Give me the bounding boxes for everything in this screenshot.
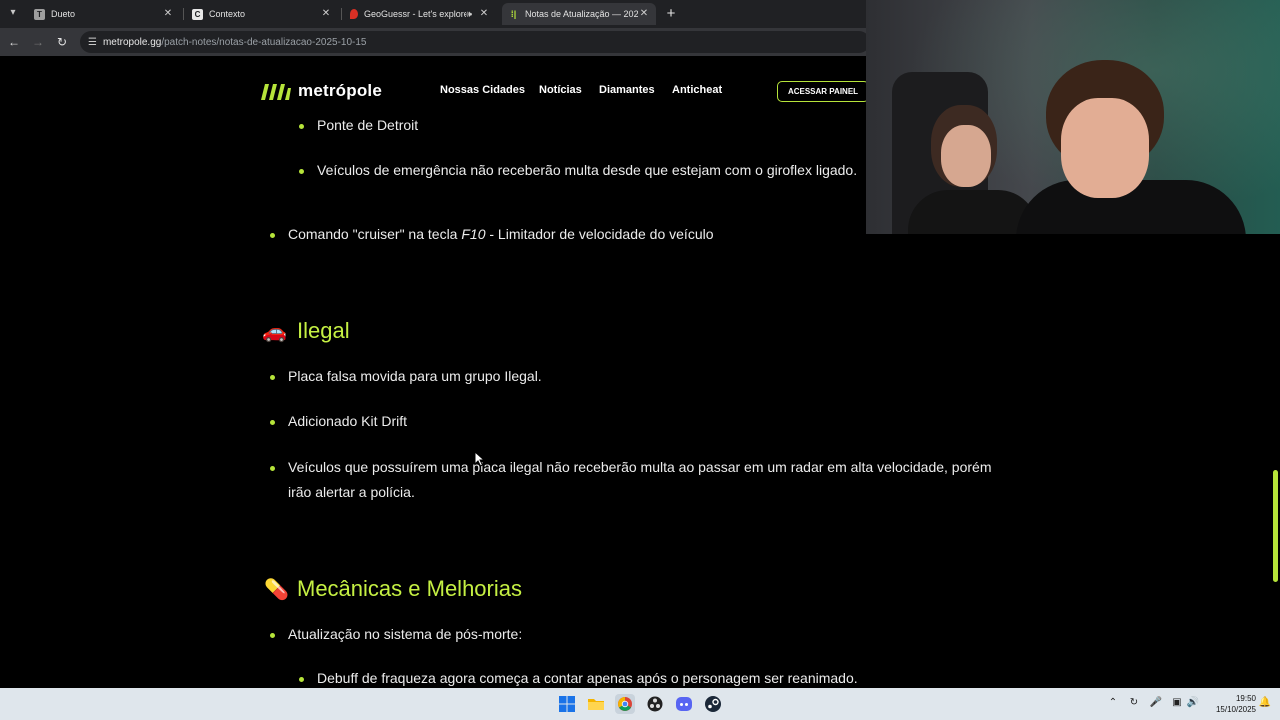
nav-nossas-cidades[interactable]: Nossas Cidades [440, 84, 525, 96]
list-item: Adicionado Kit Drift [288, 413, 408, 429]
person-left-face [941, 125, 991, 187]
list-item: Veículos que possuírem uma placa ilegal … [288, 459, 992, 475]
list-item-continuation: irão alertar a polícia. [288, 484, 415, 500]
network-icon[interactable]: ▣ [1170, 696, 1184, 710]
reload-icon[interactable]: ↻ [53, 33, 71, 51]
cruiser-text: Comando "cruiser" na tecla [288, 226, 462, 242]
clock-time: 19:50 [1235, 694, 1256, 703]
metropole-favicon-icon: ⁞| [510, 8, 517, 19]
windows-taskbar: ⌃ ↻ 🎤 ▣ 🔊 19:50 15/10/2025 🔔 [0, 688, 1280, 720]
logo-mark-icon [261, 84, 291, 100]
clock[interactable]: 19:50 15/10/2025 [1204, 693, 1256, 715]
section-heading-mecanicas: Mecânicas e Melhorias [297, 576, 522, 601]
car-icon: 🚗 [262, 321, 287, 343]
new-tab-button[interactable]: + [662, 5, 680, 23]
obs-icon[interactable] [645, 694, 665, 714]
url-text: metropole.gg/patch-notes/notas-de-atuali… [103, 37, 367, 48]
tab-separator [341, 8, 342, 20]
close-icon[interactable]: ✕ [638, 8, 650, 20]
tab-title: GeoGuessr - Let's explore t [364, 9, 467, 19]
bullet [270, 633, 275, 638]
url-domain: metropole.gg [102, 36, 162, 48]
discord-icon[interactable] [674, 694, 694, 714]
microphone-icon[interactable]: 🎤 [1149, 696, 1163, 710]
bullet [270, 375, 275, 380]
tab-notas[interactable]: ⁞| Notas de Atualização — 2025.1 ✕ [502, 3, 656, 25]
pill-icon: 💊 [264, 579, 289, 601]
bullet [270, 420, 275, 425]
volume-icon[interactable]: 🔊 [1186, 696, 1200, 710]
dueto-favicon-icon: T [34, 8, 45, 20]
cruiser-description: - Limitador de velocidade do veículo [485, 226, 714, 242]
close-icon[interactable]: ✕ [320, 8, 332, 20]
clock-date: 15/10/2025 [1215, 705, 1256, 714]
tab-title: Contexto [209, 9, 246, 19]
metropole-logo[interactable]: metrópole [259, 80, 382, 102]
mouse-cursor-icon [474, 451, 486, 467]
nav-anticheat[interactable]: Anticheat [672, 84, 722, 96]
url-path: /patch-notes/notas-de-atualizacao-2025-1… [161, 36, 367, 48]
bullet [299, 677, 304, 682]
address-bar[interactable]: ☰ metropole.gg/patch-notes/notas-de-atua… [80, 31, 870, 53]
site-info-icon[interactable]: ☰ [88, 37, 97, 48]
tab-search-icon[interactable]: ▾ [4, 4, 22, 22]
sync-icon[interactable]: ↻ [1127, 696, 1141, 710]
webcam-overlay [866, 0, 1280, 234]
close-icon[interactable]: ✕ [478, 8, 490, 20]
tab-separator [183, 8, 184, 20]
bullet [270, 233, 275, 238]
list-item: Debuff de fraqueza agora começa a contar… [317, 670, 858, 686]
list-item: Comando "cruiser" na tecla F10 - Limitad… [288, 222, 714, 247]
tab-geoguessr[interactable]: GeoGuessr - Let's explore t 🕪 ✕ [344, 3, 496, 25]
tab-title: Notas de Atualização — 2025.1 [525, 9, 638, 19]
speaker-icon[interactable]: 🕪 [466, 9, 472, 20]
steam-icon[interactable] [703, 694, 723, 714]
back-icon[interactable]: ← [5, 33, 23, 51]
acessar-painel-button[interactable]: ACESSAR PAINEL [777, 81, 869, 102]
person-right-face [1061, 98, 1149, 198]
list-item: Placa falsa movida para um grupo Ilegal. [288, 368, 542, 384]
file-explorer-icon[interactable] [586, 694, 606, 714]
tab-dueto[interactable]: T Dueto ✕ [28, 3, 180, 25]
notification-bell-icon[interactable]: 🔔 [1258, 696, 1272, 710]
contexto-favicon-icon: C [192, 8, 203, 20]
section-heading-ilegal: Ilegal [297, 318, 350, 343]
logo-text: metrópole [298, 81, 382, 100]
list-item: Atualização no sistema de pós-morte: [288, 626, 523, 642]
tray-chevron-up-icon[interactable]: ⌃ [1106, 696, 1120, 710]
bullet [270, 466, 275, 471]
chrome-icon[interactable] [615, 694, 635, 714]
bullet [299, 169, 304, 174]
windows-start-icon[interactable] [557, 694, 577, 714]
map-pin-icon [350, 9, 358, 19]
tab-contexto[interactable]: C Contexto ✕ [186, 3, 338, 25]
nav-noticias[interactable]: Notícias [539, 84, 582, 96]
list-item: Veículos de emergência não receberão mul… [317, 162, 858, 178]
tab-title: Dueto [51, 9, 76, 19]
cruiser-key: F10 [461, 226, 486, 242]
close-icon[interactable]: ✕ [162, 8, 174, 20]
forward-icon[interactable]: → [29, 33, 47, 51]
scrollbar-thumb[interactable] [1273, 470, 1278, 582]
nav-diamantes[interactable]: Diamantes [599, 84, 655, 96]
